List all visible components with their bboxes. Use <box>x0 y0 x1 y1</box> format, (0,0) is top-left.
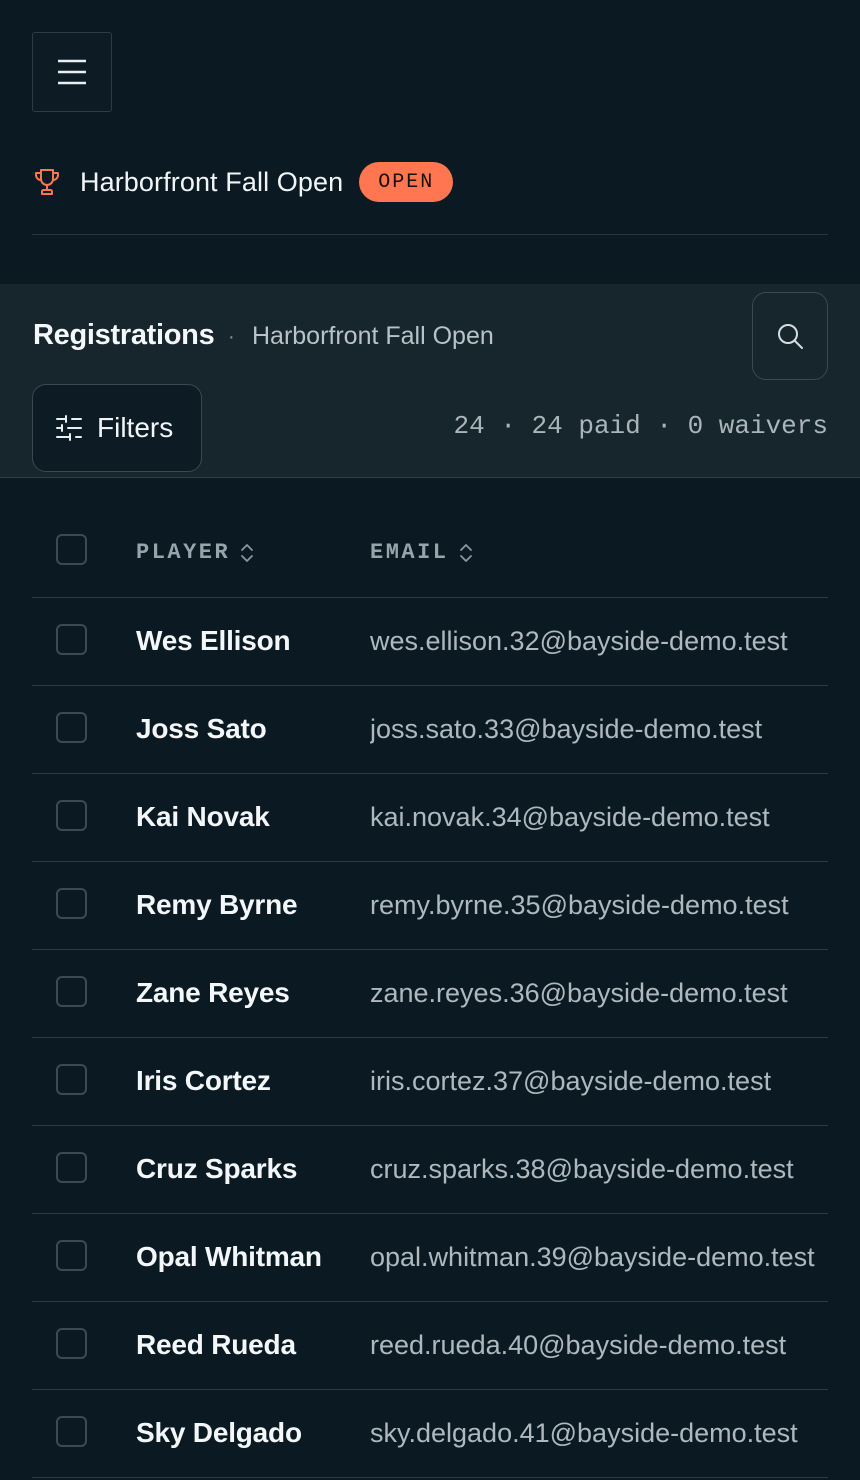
divider <box>32 234 828 235</box>
column-header-email[interactable]: EMAIL <box>370 540 473 565</box>
table-row[interactable]: Reed Rueda reed.rueda.40@bayside-demo.te… <box>32 1302 828 1390</box>
column-label: PLAYER <box>136 540 231 565</box>
page-title: Registrations <box>33 319 215 351</box>
registrations-panel: Registrations · Harborfront Fall Open Fi… <box>0 284 860 478</box>
player-email: sky.delgado.41@bayside-demo.test <box>370 1418 798 1448</box>
player-email: joss.sato.33@bayside-demo.test <box>370 714 763 744</box>
search-button[interactable] <box>752 292 828 380</box>
trophy-icon <box>32 167 62 197</box>
player-email: wes.ellison.32@bayside-demo.test <box>370 626 788 656</box>
top-bar: Harborfront Fall Open OPEN <box>0 0 860 284</box>
row-checkbox[interactable] <box>56 976 87 1007</box>
table-row[interactable]: Remy Byrne remy.byrne.35@bayside-demo.te… <box>32 862 828 950</box>
page-subtitle: Harborfront Fall Open <box>252 322 494 350</box>
sort-icon <box>459 543 473 563</box>
player-name: Zane Reyes <box>136 977 290 1008</box>
player-name: Opal Whitman <box>136 1241 322 1272</box>
select-all-checkbox[interactable] <box>56 534 87 565</box>
registration-summary: 24 · 24 paid · 0 waivers <box>453 411 828 441</box>
row-checkbox[interactable] <box>56 1152 87 1183</box>
row-checkbox[interactable] <box>56 624 87 655</box>
player-name: Kai Novak <box>136 801 270 832</box>
row-checkbox[interactable] <box>56 712 87 743</box>
search-icon <box>778 324 803 349</box>
player-email: zane.reyes.36@bayside-demo.test <box>370 978 788 1008</box>
player-email: opal.whitman.39@bayside-demo.test <box>370 1242 815 1272</box>
column-label: EMAIL <box>370 540 449 565</box>
table-header: PLAYER EMAIL <box>32 506 828 598</box>
sliders-icon <box>56 415 82 441</box>
player-name: Cruz Sparks <box>136 1153 298 1184</box>
status-badge: OPEN <box>359 162 454 202</box>
registrations-table: PLAYER EMAIL Wes Ellison wes.ellison.32@… <box>32 506 828 1478</box>
player-name: Sky Delgado <box>136 1417 302 1448</box>
player-email: reed.rueda.40@bayside-demo.test <box>370 1330 787 1360</box>
row-checkbox[interactable] <box>56 1240 87 1271</box>
player-email: remy.byrne.35@bayside-demo.test <box>370 890 789 920</box>
table-row[interactable]: Zane Reyes zane.reyes.36@bayside-demo.te… <box>32 950 828 1038</box>
player-email: iris.cortez.37@bayside-demo.test <box>370 1066 772 1096</box>
player-name: Joss Sato <box>136 713 267 744</box>
player-name: Remy Byrne <box>136 889 298 920</box>
player-email: cruz.sparks.38@bayside-demo.test <box>370 1154 794 1184</box>
row-checkbox[interactable] <box>56 1416 87 1447</box>
filters-label: Filters <box>97 412 174 443</box>
player-name: Iris Cortez <box>136 1065 271 1096</box>
table-row[interactable]: Cruz Sparks cruz.sparks.38@bayside-demo.… <box>32 1126 828 1214</box>
player-name: Reed Rueda <box>136 1329 296 1360</box>
player-email: kai.novak.34@bayside-demo.test <box>370 802 770 832</box>
table-row[interactable]: Kai Novak kai.novak.34@bayside-demo.test <box>32 774 828 862</box>
table-row[interactable]: Opal Whitman opal.whitman.39@bayside-dem… <box>32 1214 828 1302</box>
row-checkbox[interactable] <box>56 888 87 919</box>
column-header-player[interactable]: PLAYER <box>136 540 254 565</box>
table-row[interactable]: Joss Sato joss.sato.33@bayside-demo.test <box>32 686 828 774</box>
table-row[interactable]: Iris Cortez iris.cortez.37@bayside-demo.… <box>32 1038 828 1126</box>
player-name: Wes Ellison <box>136 625 291 656</box>
row-checkbox[interactable] <box>56 1328 87 1359</box>
row-checkbox[interactable] <box>56 1064 87 1095</box>
event-title: Harborfront Fall Open <box>80 166 344 197</box>
table-row[interactable]: Sky Delgado sky.delgado.41@bayside-demo.… <box>32 1390 828 1478</box>
filters-button[interactable]: Filters <box>32 384 202 472</box>
row-checkbox[interactable] <box>56 800 87 831</box>
menu-button[interactable] <box>32 32 112 112</box>
hamburger-menu-icon <box>58 59 86 85</box>
table-row[interactable]: Wes Ellison wes.ellison.32@bayside-demo.… <box>32 598 828 686</box>
title-separator: · <box>228 326 235 348</box>
event-header: Harborfront Fall Open OPEN <box>32 160 454 204</box>
sort-icon <box>240 543 254 563</box>
